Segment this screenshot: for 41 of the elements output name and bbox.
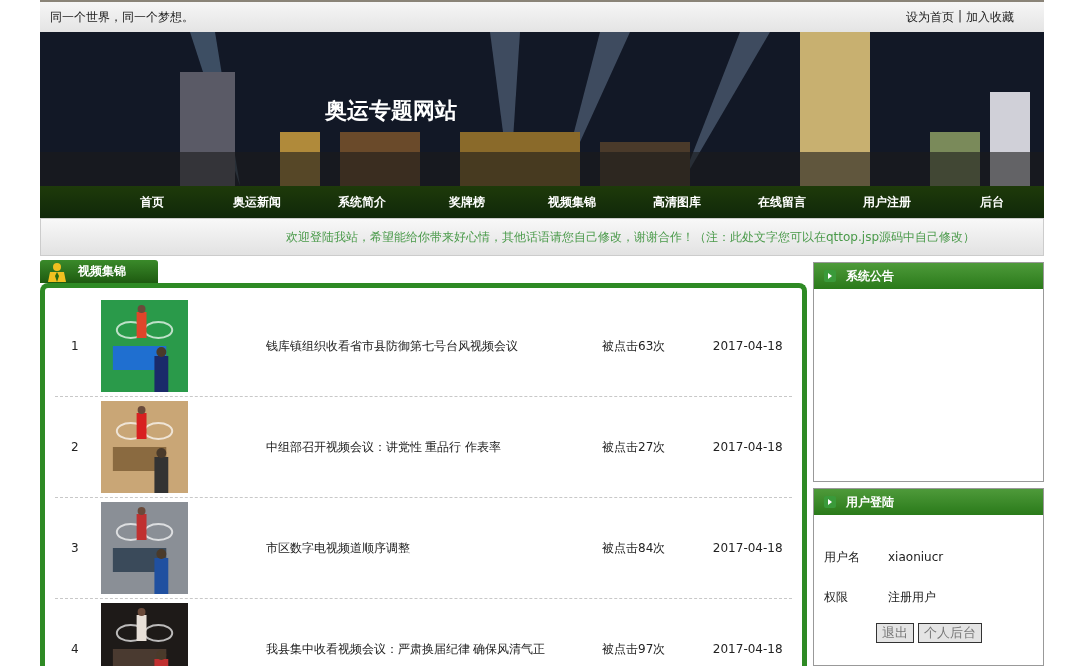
row-number: 1 (69, 339, 80, 353)
nav-link[interactable]: 奥运新闻 (204, 193, 310, 211)
video-title-link[interactable]: 中组部召开视频会议：讲党性 重品行 作表率 (265, 438, 603, 456)
person-icon (46, 261, 68, 282)
date-text: 2017-04-18 (712, 339, 784, 353)
video-title-link[interactable]: 市区数字电视频道顺序调整 (265, 539, 603, 557)
panel-title: 系统公告 (846, 267, 894, 285)
nav-link[interactable]: 后台 (939, 193, 1044, 211)
click-count: 被点击63次 (602, 337, 667, 355)
nav-link[interactable]: 在线留言 (729, 193, 835, 211)
nav-link[interactable]: 高清图库 (624, 193, 730, 211)
row-number: 3 (69, 541, 80, 555)
add-favorite-link[interactable]: 加入收藏 (966, 8, 1014, 26)
nav-link[interactable]: 奖牌榜 (414, 193, 520, 211)
field-value: 注册用户 (888, 588, 936, 606)
click-count: 被点击97次 (602, 640, 667, 658)
date-text: 2017-04-18 (712, 440, 784, 454)
video-title-link[interactable]: 我县集中收看视频会议：严肃换届纪律 确保风清气正 (265, 640, 603, 658)
click-count: 被点击27次 (602, 438, 667, 456)
click-count: 被点击84次 (602, 539, 667, 557)
personal-admin-button[interactable]: 个人后台 (917, 623, 982, 643)
panel-title: 用户登陆 (846, 493, 894, 511)
logout-button[interactable]: 退出 (875, 623, 914, 643)
nav-link[interactable]: 用户注册 (834, 193, 940, 211)
field-label: 用户名 (824, 548, 861, 566)
video-title-link[interactable]: 钱库镇组织收看省市县防御第七号台风视频会议 (265, 337, 603, 355)
nav-link[interactable]: 系统简介 (309, 193, 415, 211)
panel-title: 视频集锦 (78, 263, 126, 280)
date-text: 2017-04-18 (712, 541, 784, 555)
slogan-text: 同一个世界，同一个梦想。 (50, 8, 194, 26)
site-title: 奥运专题网站 (325, 96, 457, 125)
row-number: 4 (69, 642, 80, 656)
field-value: xiaoniucr (888, 550, 944, 564)
date-text: 2017-04-18 (712, 642, 784, 656)
row-number: 2 (69, 440, 80, 454)
separator-text: | (957, 8, 962, 25)
welcome-marquee: 欢迎登陆我站，希望能给你带来好心情，其他话语请您自己修改，谢谢合作！（注：此处文字您可以在qttop.jsp源码中自己修改） (286, 228, 975, 246)
set-homepage-link[interactable]: 设为首页 (905, 8, 954, 26)
field-label: 权限 (824, 588, 849, 606)
nav-link[interactable]: 视频集锦 (519, 193, 625, 211)
nav-link[interactable]: 首页 (100, 193, 205, 211)
